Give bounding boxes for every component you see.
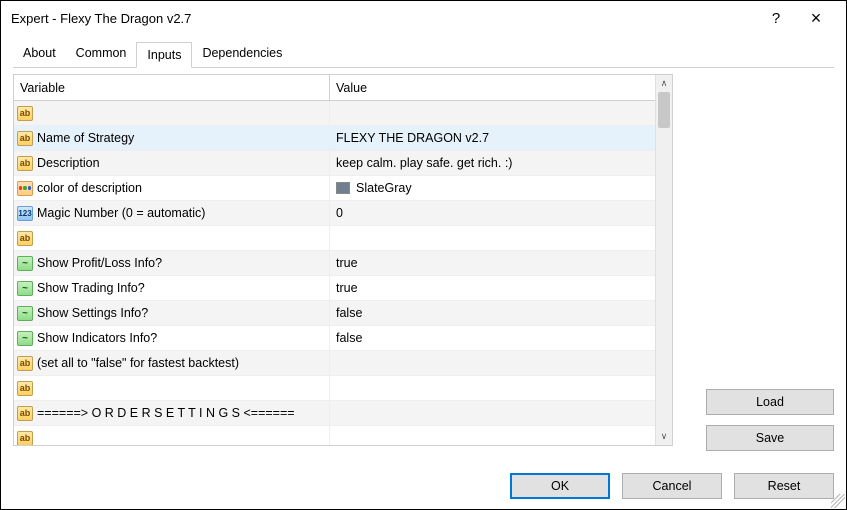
value-cell[interactable]: keep calm. play safe. get rich. :) bbox=[330, 151, 655, 175]
variable-name: Show Profit/Loss Info? bbox=[37, 256, 162, 270]
reset-button[interactable]: Reset bbox=[734, 473, 834, 499]
inputs-grid: VariableValue ab ab Name of Strategy FLEXY T… bbox=[13, 74, 673, 446]
variable-name: Name of Strategy bbox=[37, 131, 134, 145]
value-text: FLEXY THE DRAGON v2.7 bbox=[336, 131, 489, 145]
string-type-icon: ab bbox=[17, 356, 33, 371]
save-button[interactable]: Save bbox=[706, 425, 834, 451]
variable-name: Show Indicators Info? bbox=[37, 331, 157, 345]
column-header-value[interactable]: Value bbox=[330, 75, 655, 100]
load-button[interactable]: Load bbox=[706, 389, 834, 415]
table-row[interactable]: ab Name of Strategy FLEXY THE DRAGON v2.7 bbox=[14, 126, 655, 151]
table-row[interactable]: color of description SlateGray bbox=[14, 176, 655, 201]
int-type-icon: 123 bbox=[17, 206, 33, 221]
resize-grip-icon[interactable] bbox=[831, 494, 845, 508]
tab-dependencies[interactable]: Dependencies bbox=[192, 41, 292, 67]
cancel-button[interactable]: Cancel bbox=[622, 473, 722, 499]
variable-name: Show Settings Info? bbox=[37, 306, 148, 320]
table-row[interactable]: ab Description keep calm. play safe. get r… bbox=[14, 151, 655, 176]
variable-name: (set all to "false" for fastest backtest… bbox=[37, 356, 239, 370]
vertical-scrollbar[interactable]: ∧ ∨ bbox=[655, 75, 672, 445]
variable-name: Magic Number (0 = automatic) bbox=[37, 206, 205, 220]
dialog-window: Expert - Flexy The Dragon v2.7 ? × About… bbox=[0, 0, 847, 510]
scroll-thumb[interactable] bbox=[658, 92, 670, 128]
string-type-icon: ab bbox=[17, 106, 33, 121]
value-text: true bbox=[336, 256, 358, 270]
string-type-icon: ab bbox=[17, 406, 33, 421]
table-row[interactable]: Show Profit/Loss Info? true bbox=[14, 251, 655, 276]
bool-type-icon bbox=[17, 306, 33, 321]
table-row[interactable]: Show Settings Info? false bbox=[14, 301, 655, 326]
ok-button[interactable]: OK bbox=[510, 473, 610, 499]
table-row[interactable]: 123 Magic Number (0 = automatic) 0 bbox=[14, 201, 655, 226]
value-cell[interactable] bbox=[330, 426, 655, 445]
value-cell[interactable] bbox=[330, 401, 655, 425]
table-row[interactable]: Show Trading Info? true bbox=[14, 276, 655, 301]
value-cell[interactable]: true bbox=[330, 251, 655, 275]
window-title: Expert - Flexy The Dragon v2.7 bbox=[11, 11, 756, 26]
value-cell[interactable]: SlateGray bbox=[330, 176, 655, 200]
variable-name: Description bbox=[37, 156, 100, 170]
titlebar: Expert - Flexy The Dragon v2.7 ? × bbox=[1, 1, 846, 35]
help-button[interactable]: ? bbox=[756, 10, 796, 27]
value-text: true bbox=[336, 281, 358, 295]
variable-name: Show Trading Info? bbox=[37, 281, 145, 295]
bool-type-icon bbox=[17, 256, 33, 271]
scroll-down-icon[interactable]: ∨ bbox=[656, 428, 672, 445]
string-type-icon: ab bbox=[17, 131, 33, 146]
value-text: false bbox=[336, 331, 362, 345]
tab-inputs[interactable]: Inputs bbox=[136, 42, 192, 68]
value-cell[interactable]: false bbox=[330, 326, 655, 350]
table-row[interactable]: ab bbox=[14, 226, 655, 251]
bool-type-icon bbox=[17, 281, 33, 296]
value-cell[interactable] bbox=[330, 376, 655, 400]
close-button[interactable]: × bbox=[796, 8, 836, 29]
column-header-variable[interactable]: Variable bbox=[14, 75, 330, 100]
value-text: false bbox=[336, 306, 362, 320]
value-cell[interactable] bbox=[330, 101, 655, 125]
value-text: keep calm. play safe. get rich. :) bbox=[336, 156, 512, 170]
scroll-up-icon[interactable]: ∧ bbox=[656, 75, 672, 92]
string-type-icon: ab bbox=[17, 156, 33, 171]
table-row[interactable]: ab bbox=[14, 426, 655, 445]
value-text: SlateGray bbox=[356, 181, 412, 195]
string-type-icon: ab bbox=[17, 431, 33, 446]
variable-name: color of description bbox=[37, 181, 142, 195]
table-row[interactable]: ab ======> O R D E R S E T T I N G S <===… bbox=[14, 401, 655, 426]
value-cell[interactable] bbox=[330, 351, 655, 375]
variable-name: ======> O R D E R S E T T I N G S <=====… bbox=[37, 406, 295, 420]
color-swatch-icon bbox=[336, 182, 350, 194]
value-cell[interactable]: false bbox=[330, 301, 655, 325]
color-type-icon bbox=[17, 181, 33, 196]
bool-type-icon bbox=[17, 331, 33, 346]
table-row[interactable]: Show Indicators Info? false bbox=[14, 326, 655, 351]
table-row[interactable]: ab bbox=[14, 376, 655, 401]
value-cell[interactable] bbox=[330, 226, 655, 250]
tab-about[interactable]: About bbox=[13, 41, 66, 67]
value-cell[interactable]: 0 bbox=[330, 201, 655, 225]
value-cell[interactable]: true bbox=[330, 276, 655, 300]
table-row[interactable]: ab bbox=[14, 101, 655, 126]
string-type-icon: ab bbox=[17, 381, 33, 396]
table-row[interactable]: ab (set all to "false" for fastest backte… bbox=[14, 351, 655, 376]
tab-strip: AboutCommonInputsDependencies bbox=[1, 35, 846, 68]
value-cell[interactable]: FLEXY THE DRAGON v2.7 bbox=[330, 126, 655, 150]
tab-common[interactable]: Common bbox=[66, 41, 137, 67]
string-type-icon: ab bbox=[17, 231, 33, 246]
value-text: 0 bbox=[336, 206, 343, 220]
